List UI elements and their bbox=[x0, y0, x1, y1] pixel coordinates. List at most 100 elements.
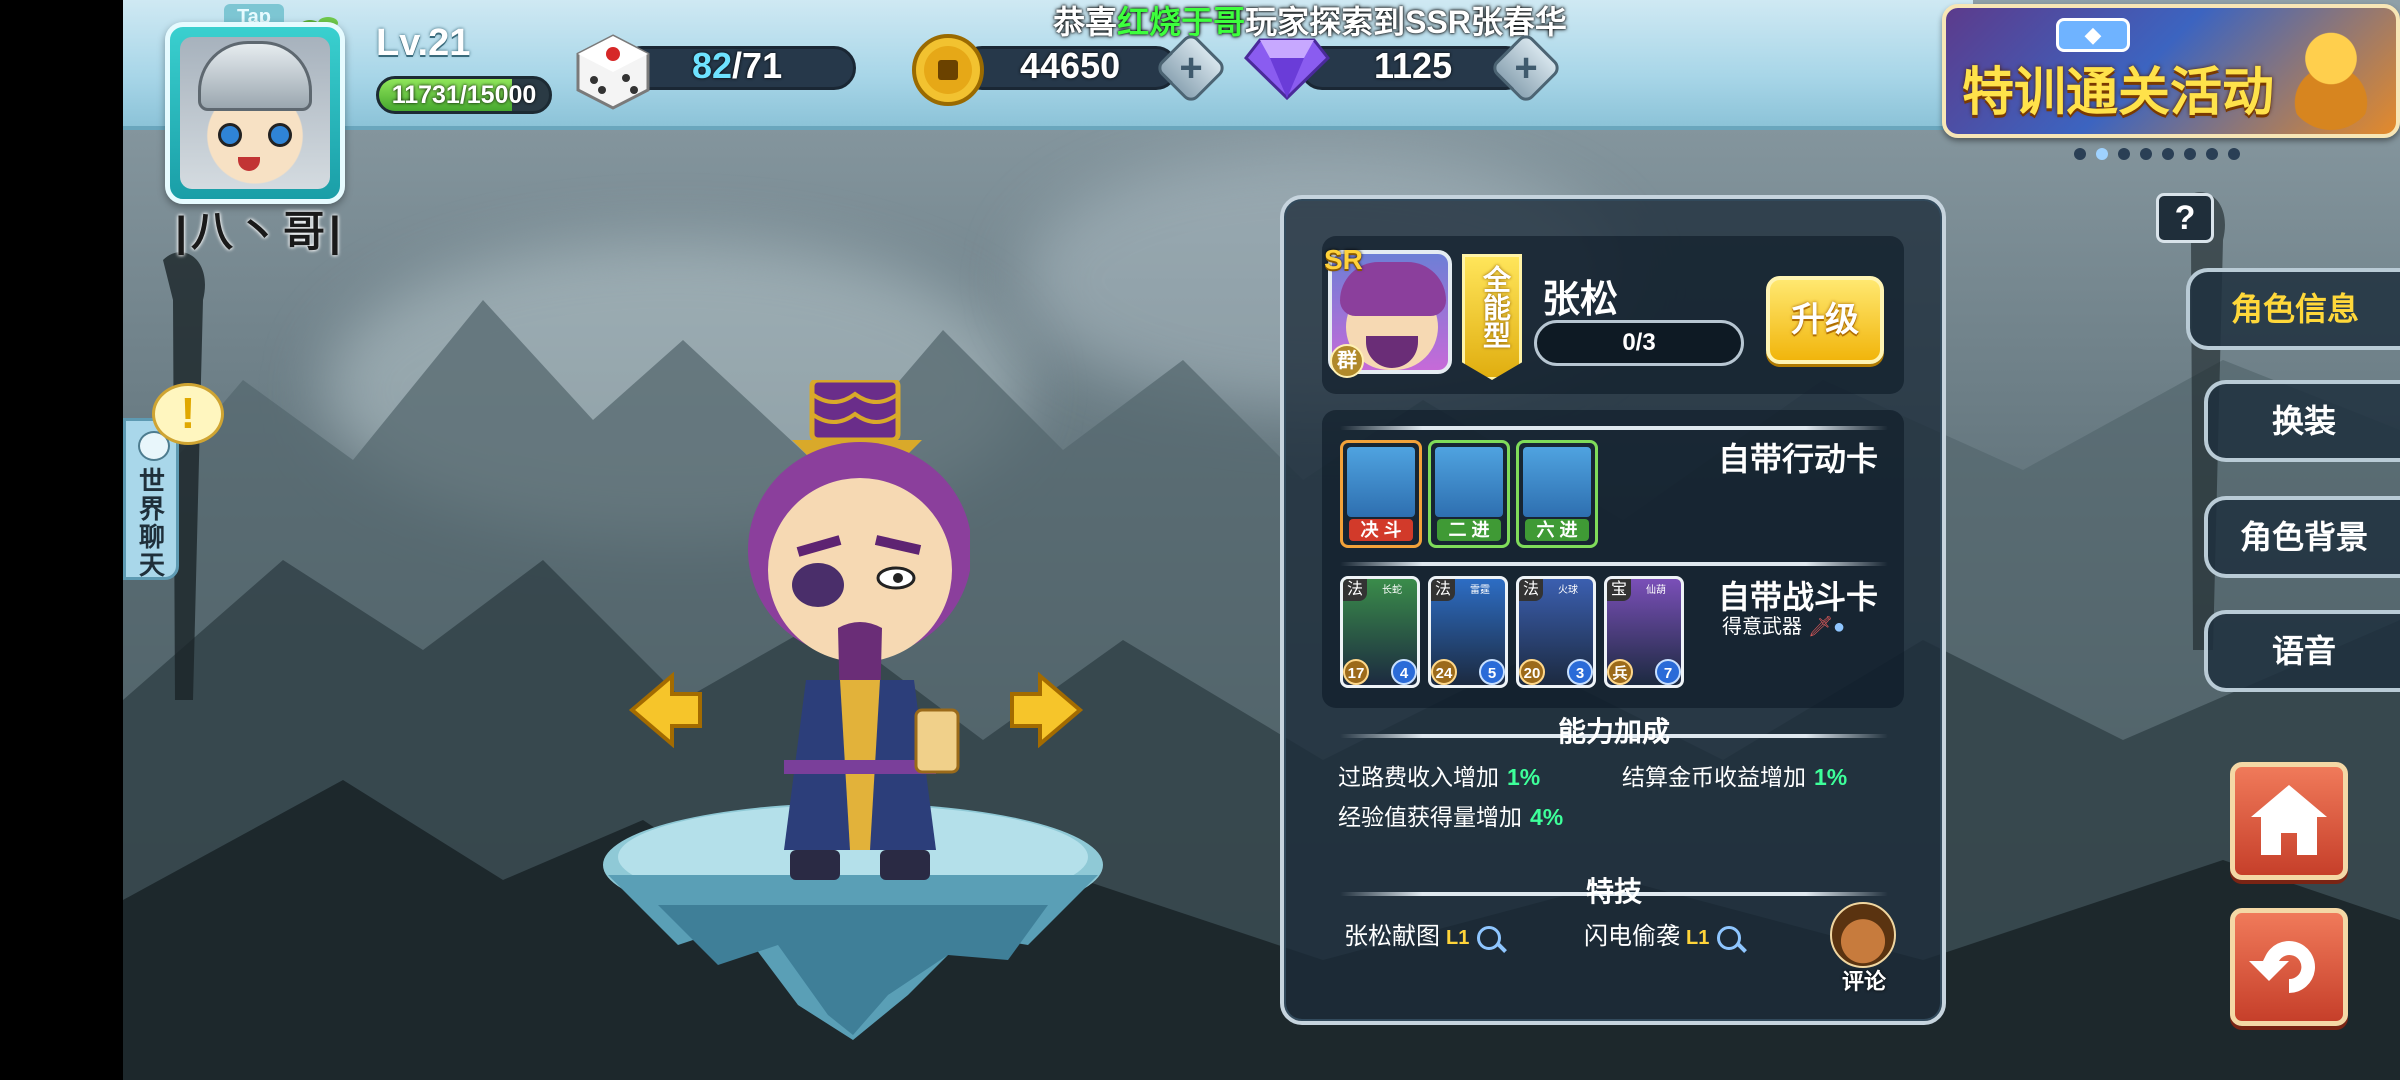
bonus-gold-settlement: 结算金币收益增加 1% bbox=[1622, 758, 1847, 792]
bonus-toll-income: 过路费收入增加 1% bbox=[1338, 758, 1540, 792]
skill-name: 闪电偷袭 bbox=[1584, 923, 1680, 950]
exclamation-icon: ! bbox=[180, 389, 196, 438]
comment-button[interactable]: 评论 bbox=[1826, 902, 1902, 994]
gem-value: 1125 bbox=[1374, 45, 1453, 86]
bonus-label: 经验值获得量增加 bbox=[1338, 804, 1522, 830]
world-chat-button[interactable]: 世界聊天 bbox=[123, 418, 179, 580]
action-card[interactable]: 决 斗 bbox=[1340, 440, 1422, 548]
player-name: |八丶哥| bbox=[175, 208, 345, 255]
action-card-label: 二 进 bbox=[1437, 519, 1501, 541]
battle-card-cost: 17 bbox=[1343, 659, 1369, 685]
event-title: 特训通关活动 bbox=[1962, 64, 2275, 122]
player-avatar[interactable] bbox=[165, 22, 345, 204]
battle-card-kind: 法 bbox=[1431, 579, 1455, 601]
card-art bbox=[1347, 447, 1415, 517]
dice-icon bbox=[576, 34, 650, 110]
battle-card[interactable]: 法 火球 20 3 bbox=[1516, 576, 1596, 688]
banner-page-dot[interactable] bbox=[2118, 148, 2130, 160]
plus-icon: + bbox=[1179, 46, 1203, 90]
tab-hero-info[interactable]: 角色信息 bbox=[2186, 268, 2400, 350]
battle-card-cost: 兵 bbox=[1607, 659, 1633, 685]
action-card-label: 决 斗 bbox=[1349, 519, 1413, 541]
battle-card-name: 火球 bbox=[1558, 585, 1578, 596]
question-icon: ? bbox=[2174, 199, 2196, 237]
tab-label: 换装 bbox=[2271, 403, 2336, 439]
battle-card-power: 3 bbox=[1567, 659, 1593, 685]
magnifier-icon[interactable] bbox=[1717, 925, 1742, 950]
banner-page-dot[interactable] bbox=[2228, 148, 2240, 160]
back-arrow-icon bbox=[2249, 941, 2315, 993]
battle-card-kind: 法 bbox=[1343, 579, 1367, 601]
tab-label: 角色背景 bbox=[2239, 519, 2368, 555]
player-level: Lv.21 bbox=[376, 22, 471, 64]
tab-background[interactable]: 角色背景 bbox=[2204, 496, 2400, 578]
battle-card-name: 仙葫 bbox=[1646, 585, 1666, 596]
divider bbox=[1340, 426, 1888, 430]
banner-page-dot[interactable] bbox=[2162, 148, 2174, 160]
skill-item[interactable]: 闪电偷袭 L1 bbox=[1584, 916, 1742, 951]
back-button[interactable] bbox=[2230, 908, 2348, 1026]
alert-bubble[interactable]: ! bbox=[152, 383, 224, 445]
prev-hero-arrow-icon[interactable] bbox=[628, 672, 704, 748]
announcement-player: 红烧于哥 bbox=[1117, 4, 1246, 40]
star-progress-text: 0/3 bbox=[1622, 329, 1656, 356]
dice-max: /71 bbox=[732, 45, 783, 86]
tab-label: 角色信息 bbox=[2230, 291, 2359, 327]
battle-card[interactable]: 宝 仙葫兵 7 bbox=[1604, 576, 1684, 688]
tab-voice[interactable]: 语音 bbox=[2204, 610, 2400, 692]
event-banner[interactable]: ◆ 特训通关活动 bbox=[1942, 4, 2400, 138]
banner-page-dot[interactable] bbox=[2096, 148, 2108, 160]
event-badge-icon: ◆ bbox=[2056, 18, 2130, 52]
hero-name: 张松 bbox=[1542, 279, 1619, 321]
home-button[interactable] bbox=[2230, 762, 2348, 880]
battle-card[interactable]: 法 雷霆 24 5 bbox=[1428, 576, 1508, 688]
tab-outfit[interactable]: 换装 bbox=[2204, 380, 2400, 462]
hero-character-model bbox=[748, 380, 970, 880]
action-card[interactable]: 六 进 bbox=[1516, 440, 1598, 548]
battle-card-power: 4 bbox=[1391, 659, 1417, 685]
action-card-label: 六 进 bbox=[1525, 519, 1589, 541]
comment-icon bbox=[1830, 902, 1896, 968]
battle-card[interactable]: 法 长蛇 17 4 bbox=[1340, 576, 1420, 688]
scene-background bbox=[123, 0, 2400, 1080]
skill-level: L1 bbox=[1446, 927, 1470, 949]
skill-level: L1 bbox=[1686, 927, 1710, 949]
hero-type-label: 全能型 bbox=[1480, 265, 1511, 349]
home-icon bbox=[2251, 785, 2327, 855]
battle-card-cost: 24 bbox=[1431, 659, 1457, 685]
battle-card-cost: 20 bbox=[1519, 659, 1545, 685]
bottle-icon: ● bbox=[1832, 616, 1846, 638]
mascot-icon bbox=[2286, 20, 2376, 130]
bonus-label: 过路费收入增加 bbox=[1338, 764, 1499, 790]
upgrade-button[interactable]: 升级 bbox=[1766, 276, 1884, 364]
star-progress: 0/3 bbox=[1534, 320, 1744, 366]
skill-name: 张松献图 bbox=[1344, 923, 1440, 950]
bonus-label: 结算金币收益增加 bbox=[1622, 764, 1806, 790]
help-button[interactable]: ? bbox=[2156, 193, 2214, 243]
dice-current: 82 bbox=[692, 45, 733, 86]
rarity-badge: SR bbox=[1324, 244, 1363, 275]
card-art bbox=[1435, 447, 1503, 517]
gem-icon bbox=[1244, 38, 1330, 100]
banner-page-dot[interactable] bbox=[2074, 148, 2086, 160]
exp-bar: 11731/15000 bbox=[376, 76, 552, 114]
banner-page-dot[interactable] bbox=[2184, 148, 2196, 160]
magnifier-icon[interactable] bbox=[1477, 925, 1502, 950]
next-hero-arrow-icon[interactable] bbox=[1008, 672, 1084, 748]
world-chat-label: 世界聊天 bbox=[138, 466, 165, 580]
sword-icon: 🗡 bbox=[1807, 616, 1833, 638]
skill-item[interactable]: 张松献图 L1 bbox=[1344, 916, 1502, 951]
coin-value: 44650 bbox=[1020, 45, 1121, 86]
battle-card-name: 雷霆 bbox=[1470, 585, 1490, 596]
battle-card-power: 7 bbox=[1655, 659, 1681, 685]
battle-card-kind: 宝 bbox=[1607, 579, 1631, 601]
action-card[interactable]: 二 进 bbox=[1428, 440, 1510, 548]
banner-page-dot[interactable] bbox=[2140, 148, 2152, 160]
hero-type-tag: 全能型 bbox=[1462, 254, 1522, 380]
banner-page-dot[interactable] bbox=[2206, 148, 2218, 160]
faction-badge: 群 bbox=[1330, 344, 1364, 378]
comment-label: 评论 bbox=[1841, 969, 1886, 994]
coin-icon bbox=[912, 34, 984, 106]
battle-card-power: 5 bbox=[1479, 659, 1505, 685]
plus-icon: + bbox=[1514, 46, 1538, 90]
